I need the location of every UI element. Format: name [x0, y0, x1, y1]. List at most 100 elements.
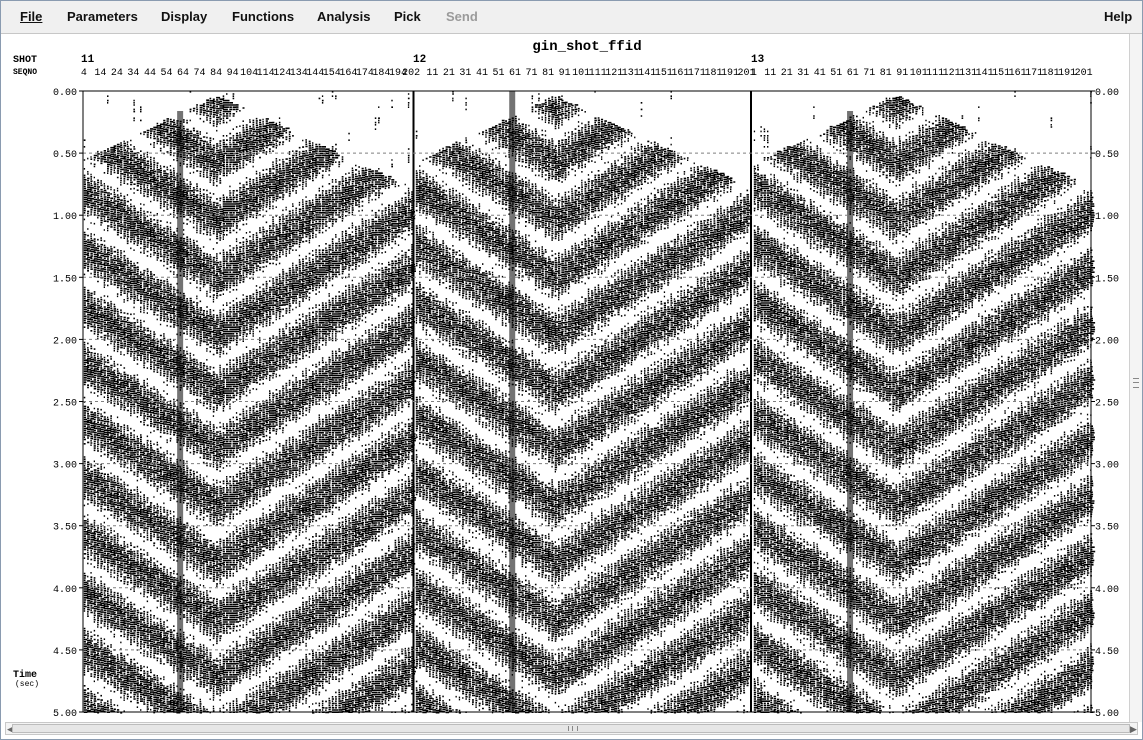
seqno-tick-label: 51 — [492, 68, 504, 79]
seqno-tick-label: 121 — [605, 68, 623, 79]
seqno-tick-label: 181 — [1042, 68, 1060, 79]
seqno-tick-label: 174 — [356, 68, 374, 79]
seqno-tick-label: 81 — [880, 68, 892, 79]
seqno-header-label: SEQNO — [13, 68, 37, 77]
time-tick-label-left: 1.50 — [53, 274, 77, 285]
time-tick-label-left: 4.00 — [53, 585, 77, 596]
time-tick-label-left: 4.50 — [53, 647, 77, 658]
menu-file-label: File — [20, 9, 43, 24]
seqno-tick-label: 141 — [976, 68, 994, 79]
seqno-tick-label: 161 — [671, 68, 689, 79]
menu-display[interactable]: Display — [161, 9, 207, 24]
time-tick-label-left: 5.00 — [53, 709, 77, 720]
time-tick-label-right: 0.50 — [1095, 150, 1119, 161]
time-tick-label-left: 0.50 — [53, 150, 77, 161]
horizontal-scrollbar[interactable]: ◀ ▶ — [5, 722, 1138, 735]
shot-label-12: 12 — [413, 54, 426, 66]
menu-pick-label: Pick — [394, 9, 421, 24]
seqno-tick-label: 31 — [797, 68, 809, 79]
time-tick-label-right: 4.50 — [1095, 647, 1119, 658]
plot-title: gin_shot_ffid — [532, 39, 641, 55]
seqno-tick-label: 44 — [144, 68, 156, 79]
noisy-trace-band — [847, 111, 854, 712]
seqno-tick-label: 11 — [426, 68, 438, 79]
time-tick-label-right: 5.00 — [1095, 709, 1119, 720]
seqno-tick-label: 111 — [589, 68, 607, 79]
shot-panel-12 — [415, 91, 752, 714]
seqno-tick-label: 151 — [992, 68, 1010, 79]
seqno-tick-label: 71 — [526, 68, 538, 79]
seqno-tick-label: 91 — [559, 68, 571, 79]
seqno-tick-label: 171 — [1025, 68, 1043, 79]
seqno-tick-label: 11 — [764, 68, 776, 79]
menu-analysis[interactable]: Analysis — [317, 9, 370, 24]
time-tick-label-right: 3.50 — [1095, 523, 1119, 534]
seismic-section[interactable]: gin_shot_ffidSHOTSEQNOTime(sec)114 14 24 34… — [1, 34, 1128, 721]
seqno-tick-label: 131 — [959, 68, 977, 79]
time-tick-label-right: 3.00 — [1095, 461, 1119, 472]
menu-parameters-label: Parameters — [67, 9, 138, 24]
seqno-tick-label: 181 — [704, 68, 722, 79]
seqno-tick-label: 21 — [443, 68, 455, 79]
seismic-viewer-window: File Parameters Display Functions Analys… — [0, 0, 1143, 740]
menu-send: Send — [446, 9, 478, 24]
shot-header-label: SHOT — [13, 55, 37, 66]
menu-bar: File Parameters Display Functions Analys… — [1, 1, 1142, 34]
seqno-tick-label: 164 — [339, 68, 357, 79]
thumb-grip-icon — [568, 726, 578, 731]
seqno-tick-label: 41 — [476, 68, 488, 79]
seqno-tick-label: 191 — [1058, 68, 1076, 79]
seqno-tick-label: 124 — [273, 68, 291, 79]
seqno-tick-label: 94 — [227, 68, 239, 79]
shot-label-11: 11 — [81, 54, 95, 66]
seqno-tick-label: 101 — [572, 68, 590, 79]
horizontal-scroll-thumb[interactable] — [12, 724, 1130, 733]
seqno-tick-label: 141 — [638, 68, 656, 79]
time-tick-label-right: 2.50 — [1095, 399, 1119, 410]
time-tick-label-right: 0.00 — [1095, 88, 1119, 99]
seismic-plot-area[interactable]: gin_shot_ffid SHOT SEQNO Time (sec) 11 4 14 24 34… — [1, 34, 1128, 721]
menu-parameters[interactable]: Parameters — [67, 9, 138, 24]
vertical-scrollbar[interactable] — [1129, 34, 1142, 722]
seqno-tick-label: 54 — [160, 68, 172, 79]
menu-analysis-label: Analysis — [317, 9, 371, 24]
seqno-tick-label: 41 — [814, 68, 826, 79]
time-tick-label-left: 2.00 — [53, 336, 77, 347]
time-tick-label-left: 0.00 — [53, 88, 77, 99]
scroll-right-icon[interactable]: ▶ — [1130, 724, 1137, 735]
time-tick-label-left: 1.00 — [53, 212, 77, 223]
seqno-tick-label: 202 — [402, 68, 420, 79]
seqno-tick-label: 111 — [926, 68, 944, 79]
menu-functions[interactable]: Functions — [232, 9, 294, 24]
seqno-tick-label: 24 — [111, 68, 123, 79]
seqno-tick-label: 101 — [910, 68, 928, 79]
seqno-tick-label: 151 — [655, 68, 673, 79]
noisy-trace-band — [177, 111, 184, 712]
seqno-tick-label: 201 — [1075, 68, 1093, 79]
seqno-tick-label: 84 — [210, 68, 222, 79]
seqno-tick-label: 131 — [622, 68, 640, 79]
shot-panel-13 — [753, 91, 1096, 714]
seqno-tick-label: 161 — [1009, 68, 1027, 79]
seqno-tick-label: 184 — [372, 68, 390, 79]
seqno-tick-label: 61 — [509, 68, 521, 79]
menu-help[interactable]: Help — [1104, 9, 1132, 24]
trace-wiggles — [415, 91, 752, 714]
time-tick-label-right: 1.50 — [1095, 274, 1119, 285]
seqno-tick-label: 191 — [721, 68, 739, 79]
seqno-tick-label: 71 — [863, 68, 875, 79]
time-tick-label-right: 1.00 — [1095, 212, 1119, 223]
time-axis-unit: (sec) — [15, 680, 39, 689]
seqno-tick-label: 91 — [896, 68, 908, 79]
seqno-tick-label: 144 — [306, 68, 324, 79]
menu-send-label: Send — [446, 9, 478, 24]
time-tick-label-left: 3.00 — [53, 461, 77, 472]
seqno-tick-label: 154 — [323, 68, 341, 79]
seqno-tick-label: 34 — [127, 68, 139, 79]
menu-pick[interactable]: Pick — [394, 9, 421, 24]
menu-display-label: Display — [161, 9, 208, 24]
seqno-tick-label: 171 — [688, 68, 706, 79]
menu-file[interactable]: File — [20, 9, 42, 24]
seqno-tick-label: 14 — [94, 68, 106, 79]
time-tick-label-right: 2.00 — [1095, 336, 1119, 347]
